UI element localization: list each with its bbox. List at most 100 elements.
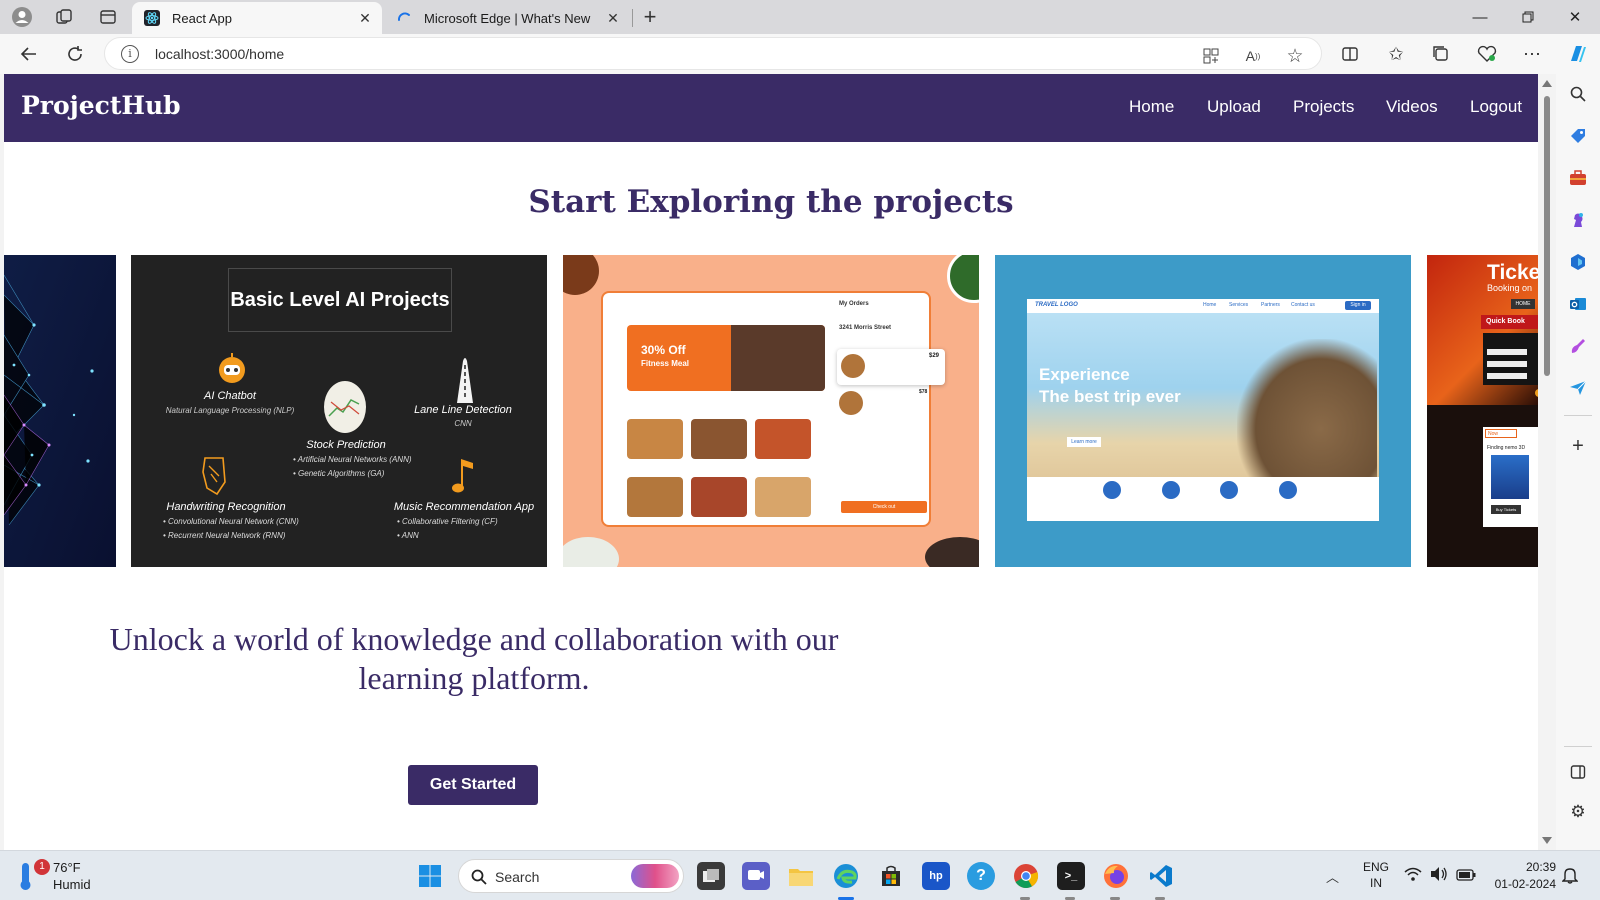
tools-briefcase-icon[interactable] [1566, 166, 1590, 190]
ai-item-sub: Natural Language Processing (NLP) [165, 406, 295, 415]
scroll-down-icon[interactable] [1542, 837, 1552, 844]
loading-favicon-icon [396, 10, 412, 26]
hide-sidebar-icon[interactable] [1566, 760, 1590, 784]
clock-time[interactable]: 20:39 [1486, 860, 1556, 874]
language-code[interactable]: ENG [1360, 860, 1392, 874]
get-started-button[interactable]: Get Started [408, 765, 538, 805]
clock-date[interactable]: 01-02-2024 [1486, 877, 1556, 891]
travel-features [1027, 477, 1379, 521]
battery-icon[interactable] [1456, 868, 1476, 886]
profile-icon[interactable] [10, 6, 34, 28]
nav-home-link[interactable]: Home [1129, 97, 1174, 117]
file-explorer-icon[interactable] [787, 862, 815, 890]
travel-menu-item: Partners [1261, 302, 1280, 308]
close-tab-icon[interactable]: ✕ [356, 10, 374, 27]
order-thumb [841, 354, 865, 378]
copilot-icon[interactable] [1564, 40, 1592, 68]
tab-edge-whats-new[interactable]: Microsoft Edge | What's New ✕ [384, 2, 630, 34]
browser-titlebar: React App ✕ Microsoft Edge | What's New … [0, 0, 1600, 34]
site-info-icon[interactable]: i [121, 45, 139, 63]
favorite-star-icon[interactable]: ☆ [1284, 45, 1306, 67]
ai-item-title: Music Recommendation App [393, 501, 535, 513]
windows-start-icon[interactable] [416, 862, 444, 890]
get-help-icon[interactable]: ? [967, 862, 995, 890]
tagline: Unlock a world of knowledge and collabor… [109, 621, 839, 696]
nav-logout-link[interactable]: Logout [1470, 97, 1522, 117]
project-card-ai[interactable]: Basic Level AI Projects AI Chatbot Natur… [131, 255, 547, 567]
show-hidden-icons-icon[interactable]: ︿ [1326, 867, 1339, 886]
minimize-icon[interactable]: — [1457, 0, 1503, 34]
settings-gear-icon[interactable]: ⚙ [1566, 800, 1590, 824]
edge-browser-icon[interactable] [832, 862, 860, 890]
address-bar[interactable]: i localhost:3000/home [104, 37, 1322, 70]
taskbar-search[interactable]: Search [458, 859, 684, 893]
teams-chat-icon[interactable] [742, 862, 770, 890]
back-icon[interactable] [14, 40, 44, 68]
refresh-icon[interactable] [60, 40, 90, 68]
wifi-icon[interactable] [1404, 866, 1422, 887]
weather-icon[interactable]: 1 [18, 859, 50, 893]
new-tab-button[interactable]: + [638, 4, 662, 29]
food-thumb [755, 477, 811, 517]
weather-desc[interactable]: Humid [53, 877, 91, 892]
scroll-up-icon[interactable] [1542, 80, 1552, 87]
tab-react-app[interactable]: React App ✕ [132, 2, 382, 34]
project-card-ticket[interactable]: Ticke Booking on HOME Quick Book Now Sho… [1427, 255, 1538, 567]
designer-icon[interactable] [1566, 334, 1590, 358]
project-card-travel[interactable]: TRAVEL LOGO Home Services Partners Conta… [995, 255, 1411, 567]
nav-upload-link[interactable]: Upload [1207, 97, 1261, 117]
ai-item-bullet: • Convolutional Neural Network (CNN) [163, 517, 299, 526]
feature-icon [1162, 481, 1180, 499]
form-field [1487, 361, 1527, 367]
close-window-icon[interactable]: ✕ [1552, 0, 1598, 34]
games-icon[interactable] [1566, 208, 1590, 232]
project-card-food[interactable]: 30% Off Fitness Meal My Orders 3241 Morr… [563, 255, 979, 567]
split-screen-icon[interactable] [1336, 40, 1364, 68]
food-grid [627, 409, 823, 521]
firefox-icon[interactable] [1102, 862, 1130, 890]
nav-projects-link[interactable]: Projects [1293, 97, 1354, 117]
handwriting-icon [199, 454, 229, 501]
shopping-tag-icon[interactable] [1566, 124, 1590, 148]
workspaces-icon[interactable] [52, 6, 76, 28]
address-url[interactable]: localhost:3000/home [155, 46, 284, 62]
browser-essentials-icon[interactable] [1473, 40, 1501, 68]
close-tab-icon[interactable]: ✕ [604, 10, 622, 27]
more-menu-icon[interactable]: ⋯ [1518, 40, 1546, 68]
vscode-icon[interactable] [1147, 862, 1175, 890]
chrome-icon[interactable] [1012, 862, 1040, 890]
ai-item-title: AI Chatbot [204, 390, 256, 402]
read-aloud-icon[interactable]: A)) [1242, 45, 1264, 67]
ai-card-heading: Basic Level AI Projects [228, 268, 452, 332]
add-sidebar-app-icon[interactable]: + [1566, 434, 1590, 458]
language-region[interactable]: IN [1360, 876, 1392, 890]
favorites-icon[interactable]: ✩ [1382, 40, 1410, 68]
myhp-icon[interactable]: hp [922, 862, 950, 890]
project-card-network[interactable] [4, 255, 116, 567]
food-thumb [691, 477, 747, 517]
nav-videos-link[interactable]: Videos [1386, 97, 1438, 117]
tab-actions-icon[interactable] [96, 6, 120, 28]
order-item-card: $29 [837, 349, 945, 385]
volume-icon[interactable] [1430, 866, 1448, 887]
collections-icon[interactable] [1427, 40, 1455, 68]
feature-icon [1279, 481, 1297, 499]
drop-send-icon[interactable] [1566, 376, 1590, 400]
weather-temp[interactable]: 76°F [53, 860, 81, 875]
app-available-icon[interactable] [1200, 45, 1222, 67]
outlook-icon[interactable] [1566, 292, 1590, 316]
search-icon[interactable] [1566, 82, 1590, 106]
microsoft-store-icon[interactable] [877, 862, 905, 890]
tab-label: Microsoft Edge | What's New [424, 10, 591, 26]
restore-icon[interactable] [1505, 0, 1551, 34]
ticket-subtitle: Booking on [1487, 283, 1533, 293]
task-view-icon[interactable] [697, 862, 725, 890]
brand-logo[interactable]: ProjectHub [21, 91, 181, 120]
scroll-thumb[interactable] [1544, 96, 1550, 376]
page-scrollbar[interactable] [1538, 74, 1556, 850]
weather-badge: 1 [34, 859, 50, 875]
notification-bell-icon[interactable] [1561, 866, 1579, 889]
microsoft-365-icon[interactable] [1566, 250, 1590, 274]
terminal-icon[interactable]: >_ [1057, 862, 1085, 890]
order-thumb [839, 391, 863, 415]
